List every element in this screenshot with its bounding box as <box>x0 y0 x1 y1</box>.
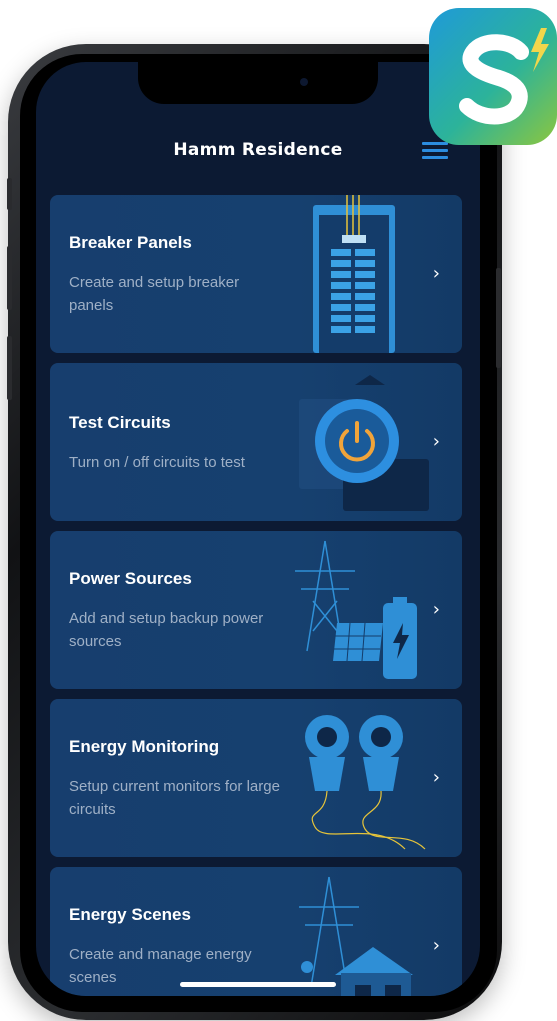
app-screen: Hamm Residence Breaker Panels Create and… <box>36 62 480 996</box>
card-title: Breaker Panels <box>69 233 192 252</box>
card-title: Energy Monitoring <box>69 737 220 756</box>
current-clamps-illustration <box>305 715 426 850</box>
card-description: Add and setup backup power sources <box>69 610 264 650</box>
card-description: Create and setup breaker panels <box>69 274 240 314</box>
volume-up-button <box>7 246 12 310</box>
card-description: Turn on / off circuits to test <box>69 454 245 471</box>
card-energy-monitoring[interactable]: Energy Monitoring Setup current monitors… <box>50 699 462 857</box>
app-logo-glyph <box>459 28 549 125</box>
card-description: Setup current monitors for large circuit… <box>69 778 280 818</box>
power-tower-solar-battery-illustration <box>295 540 417 679</box>
silent-switch <box>7 178 12 210</box>
home-indicator[interactable] <box>180 982 336 987</box>
card-energy-scenes[interactable]: Energy Scenes Create and manage energy s… <box>50 867 462 996</box>
card-breaker-panels[interactable]: Breaker Panels Create and setup breaker … <box>50 195 462 353</box>
breaker-panel-illustration <box>313 195 395 353</box>
volume-down-button <box>7 336 12 400</box>
card-power-sources[interactable]: Power Sources Add and setup backup power… <box>50 531 462 689</box>
notch <box>138 62 378 104</box>
camera <box>300 78 308 86</box>
card-title: Power Sources <box>69 569 192 588</box>
card-title: Test Circuits <box>69 413 171 432</box>
card-title: Energy Scenes <box>69 905 191 924</box>
power-button <box>496 268 501 368</box>
page-title: Hamm Residence <box>173 140 343 160</box>
tower-house-illustration <box>299 876 413 996</box>
card-test-circuits[interactable]: Test Circuits Turn on / off circuits to … <box>50 363 462 521</box>
app-logo-icon <box>429 8 557 145</box>
power-button-illustration <box>299 375 429 511</box>
